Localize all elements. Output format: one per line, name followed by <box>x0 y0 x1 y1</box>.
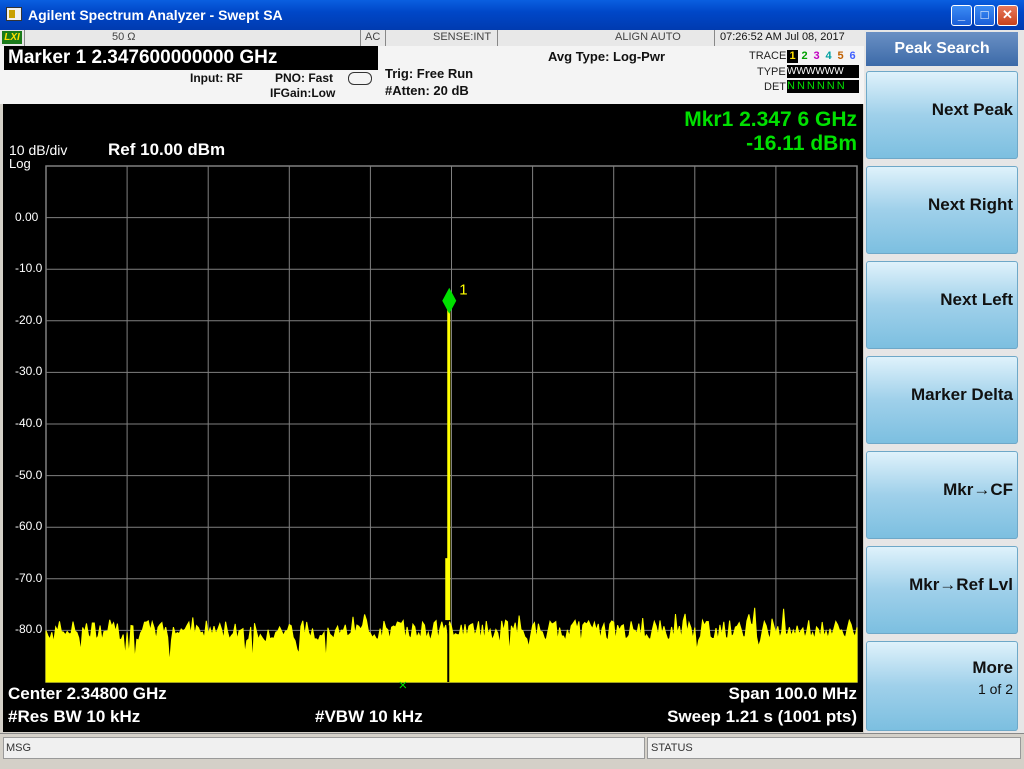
trace-peak <box>447 300 451 621</box>
next-peak-softkey[interactable]: Next Peak <box>866 71 1018 159</box>
marker-readout[interactable]: Marker 1 2.347600000000 GHz <box>4 46 378 70</box>
center-marker-icon <box>399 681 407 689</box>
softkey-label: Next Left <box>940 290 1013 309</box>
y-tick-label: -40.0 <box>15 416 43 430</box>
y-tick-label: -60.0 <box>15 519 43 534</box>
softkey-label: Marker Delta <box>910 385 1013 404</box>
message-area: MSG <box>3 737 645 759</box>
window-title: Agilent Spectrum Analyzer - Swept SA <box>28 7 283 23</box>
detector-values: NNNNNN <box>787 80 859 93</box>
y-tick-label: -50.0 <box>15 467 43 482</box>
spectrum-graph[interactable]: 1 <box>3 104 863 732</box>
maximize-button[interactable]: □ <box>974 5 995 26</box>
y-tick-label: -20.0 <box>15 312 43 327</box>
close-button[interactable]: ✕ <box>997 5 1018 26</box>
coupling-indicator: AC <box>365 31 381 43</box>
align-indicator: ALIGN AUTO <box>615 31 681 43</box>
app-icon <box>6 7 22 21</box>
more-softkey[interactable]: More 1 of 2 <box>866 641 1018 731</box>
marker-amplitude-readout: -16.11 dBm <box>746 132 857 155</box>
softkey-label: Next Peak <box>931 100 1013 119</box>
input-setting: Input: RF <box>190 71 243 85</box>
trace-digit-6[interactable]: 6 <box>847 50 858 63</box>
mkr-to-ref-lvl-softkey[interactable]: Mkr→Ref Lvl <box>866 546 1018 634</box>
sweep-time[interactable]: Sweep 1.21 s (1001 pts) <box>667 707 857 727</box>
trigger-icon <box>348 72 372 85</box>
trace-digit-5[interactable]: 5 <box>835 50 846 63</box>
marker-diamond <box>442 287 457 314</box>
next-right-softkey[interactable]: Next Right <box>866 166 1018 254</box>
trace-type-values: WWWWWW <box>787 65 859 78</box>
trace-label: TRACE <box>749 50 787 62</box>
status-strip: LXI 50 Ω AC SENSE:INT ALIGN AUTO 07:26:5… <box>0 30 864 47</box>
window-title-bar[interactable]: Agilent Spectrum Analyzer - Swept SA _ □… <box>0 0 1024 30</box>
pno-setting: PNO: Fast <box>275 71 334 85</box>
marker-label: 1 <box>459 282 467 299</box>
impedance-indicator: 50 Ω <box>112 31 136 43</box>
y-tick-label: -10.0 <box>15 261 43 276</box>
softkey-label: Next Right <box>928 195 1013 214</box>
scale-type: Log <box>9 156 31 171</box>
reference-level[interactable]: Ref 10.00 dBm <box>108 140 225 160</box>
trace-digit-4[interactable]: 4 <box>823 50 834 63</box>
sense-indicator: SENSE:INT <box>433 31 492 43</box>
attenuation-setting: #Atten: 20 dB <box>385 83 469 98</box>
avg-type-setting: Avg Type: Log-Pwr <box>548 49 665 64</box>
softkey-page-indicator: 1 of 2 <box>977 681 1013 697</box>
datetime: 07:26:52 AM Jul 08, 2017 <box>720 31 845 43</box>
y-tick-label: -70.0 <box>15 570 43 585</box>
next-left-softkey[interactable]: Next Left <box>866 261 1018 349</box>
softkey-label: Mkr→CF <box>943 480 1013 499</box>
resolution-bandwidth[interactable]: #Res BW 10 kHz <box>8 707 140 727</box>
trace-digit-1[interactable]: 1 <box>787 50 798 63</box>
softkey-menu-title: Peak Search <box>866 32 1018 66</box>
type-label: TYPE <box>757 66 786 78</box>
marker-frequency-readout: Mkr1 2.347 6 GHz <box>684 108 857 131</box>
y-tick-label: -80.0 <box>15 622 43 637</box>
trace-digit-3[interactable]: 3 <box>811 50 822 63</box>
trigger-setting: Trig: Free Run <box>385 66 474 81</box>
softkey-label: Mkr→Ref Lvl <box>909 575 1013 594</box>
mkr-to-cf-softkey[interactable]: Mkr→CF <box>866 451 1018 539</box>
trace-digit-2[interactable]: 2 <box>799 50 810 63</box>
lxi-badge: LXI <box>2 31 22 44</box>
y-tick-label: 0.00 <box>15 209 39 224</box>
det-label: DET <box>764 81 786 93</box>
status-area: STATUS <box>647 737 1021 759</box>
spectrum-display[interactable]: 1 10 dB/div Log Ref 10.00 dBm Mkr1 2.347… <box>3 104 863 732</box>
ifgain-setting: IFGain:Low <box>270 86 336 100</box>
frequency-span[interactable]: Span 100.0 MHz <box>729 684 858 704</box>
marker-delta-softkey[interactable]: Marker Delta <box>866 356 1018 444</box>
softkey-label: More <box>972 658 1013 677</box>
minimize-button[interactable]: _ <box>951 5 972 26</box>
y-tick-label: -30.0 <box>15 364 43 379</box>
center-frequency[interactable]: Center 2.34800 GHz <box>8 684 167 704</box>
video-bandwidth[interactable]: #VBW 10 kHz <box>315 707 423 727</box>
